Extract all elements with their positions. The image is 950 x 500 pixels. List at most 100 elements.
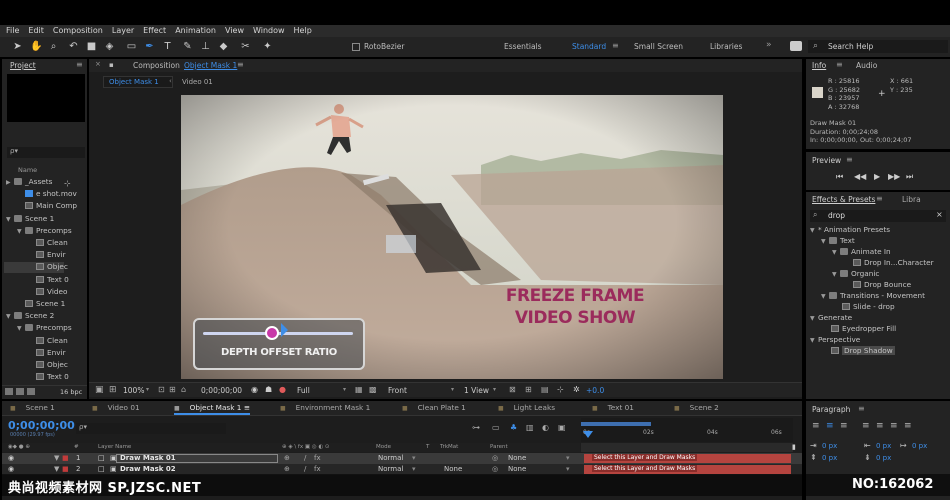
frame-blending-icon[interactable]: ▥ (526, 423, 534, 432)
next-frame-icon[interactable]: ▶▶ (888, 172, 900, 181)
motion-blur-icon[interactable]: ◐ (542, 423, 549, 432)
project-search-input[interactable]: ρ▾ (7, 147, 85, 158)
puppet-tool-icon[interactable]: ✦ (262, 41, 273, 52)
expand-layer-icon[interactable]: ▼ (54, 465, 59, 473)
effects-item[interactable]: Slide - drop (808, 302, 895, 313)
preview-menu-icon[interactable]: ≡ (846, 155, 853, 164)
rotobezier-checkbox[interactable] (352, 43, 360, 51)
first-frame-icon[interactable]: ⏮ (836, 172, 843, 182)
effects-item[interactable]: ▼ Perspective (808, 335, 860, 346)
roto-brush-tool-icon[interactable]: ✂ (240, 41, 251, 52)
project-menu-icon[interactable]: ≡ (76, 60, 83, 69)
playhead-icon[interactable] (583, 431, 593, 438)
menu-item-composition[interactable]: Composition (53, 26, 103, 35)
layer-name-field[interactable] (116, 454, 278, 463)
project-item[interactable]: Objec (4, 262, 68, 274)
space-after-value[interactable]: 0 px (876, 454, 891, 462)
region-icon[interactable]: ⊞ (109, 385, 117, 395)
menu-item-view[interactable]: View (225, 26, 244, 35)
bpc-label[interactable]: 16 bpc (60, 388, 82, 396)
layer-duration-bar[interactable]: Select this Layer and Draw Masks (584, 465, 791, 474)
effects-item[interactable]: Drop Bounce (808, 280, 911, 291)
show-snapshot-icon[interactable]: ☗ (265, 385, 272, 394)
workspace-essentials[interactable]: Essentials (504, 42, 542, 51)
effects-search-input[interactable]: ⌕ drop × (810, 210, 946, 222)
align-center-icon[interactable]: ≡ (826, 421, 834, 431)
effects-item[interactable]: ▼ Text (808, 236, 855, 247)
menu-item-file[interactable]: File (6, 26, 19, 35)
project-item[interactable]: Envir (4, 348, 66, 359)
graph-editor-icon[interactable]: ▣ (558, 423, 566, 432)
menu-item-layer[interactable]: Layer (112, 26, 134, 35)
paragraph-menu-icon[interactable]: ≡ (858, 404, 865, 413)
mode-select[interactable]: Normal (378, 465, 403, 473)
work-area-bar[interactable] (581, 422, 651, 426)
project-item[interactable]: Objec (4, 360, 68, 371)
layer-name-header[interactable]: Layer Name (98, 444, 131, 450)
justify-right-icon[interactable]: ≡ (890, 421, 898, 431)
type-tool-icon[interactable]: T (162, 41, 173, 52)
indent-left-value[interactable]: 0 px (822, 442, 837, 450)
project-item[interactable]: Clean (4, 238, 68, 249)
zoom-select[interactable]: 100% (123, 386, 144, 395)
workspace-libraries[interactable]: Libraries (710, 42, 742, 51)
timeline-tab[interactable]: ■ Clean Plate 1 (402, 401, 466, 415)
parent-icon[interactable]: ◎ (492, 465, 498, 473)
project-tab[interactable]: Project (10, 61, 36, 70)
indent-right-value[interactable]: 0 px (876, 442, 891, 450)
rotate-tool-icon[interactable]: ↶ (68, 41, 79, 52)
exposure-value[interactable]: +0.0 (586, 386, 604, 395)
chevron-down-icon[interactable]: ▼ (17, 228, 25, 235)
comp-mini-flowchart-icon[interactable]: ⊶ (472, 423, 480, 432)
chevron-down-icon[interactable]: ▼ (810, 337, 818, 344)
quality-switch-icon[interactable]: / (304, 454, 306, 462)
workspace-menu-icon[interactable]: ≡ (612, 41, 619, 50)
quality-switch-icon[interactable]: / (304, 465, 306, 473)
effects-item[interactable]: ▼ Transitions - Movement (808, 291, 925, 302)
effects-item[interactable]: Drop In...Character (808, 258, 934, 269)
chevron-down-icon[interactable]: ▼ (6, 313, 14, 320)
region-of-interest-icon[interactable]: ▦ (355, 385, 363, 394)
timeline-tab[interactable]: ■ Environment Mask 1 (280, 401, 370, 415)
justify-center-icon[interactable]: ≡ (876, 421, 884, 431)
effects-item[interactable]: ▼ * Animation Presets (808, 225, 890, 236)
project-item[interactable]: Text 0 (4, 275, 69, 286)
flowchart-icon[interactable]: ⊹ (64, 179, 71, 188)
info-tab[interactable]: Info (812, 61, 826, 70)
mode-dropdown-icon[interactable]: ▾ (412, 465, 416, 473)
sync-settings-icon[interactable] (790, 41, 802, 51)
search-help-input[interactable]: ⌕ Search Help (808, 40, 948, 53)
close-panel-icon[interactable]: × (95, 60, 101, 68)
new-comp-icon[interactable] (27, 388, 35, 395)
project-item[interactable]: ▼ Precomps (4, 323, 72, 334)
zoom-tool-icon[interactable]: ⌕ (48, 41, 59, 52)
project-item[interactable]: Main Comp (4, 201, 77, 212)
views-dropdown-icon[interactable]: ▾ (493, 386, 496, 393)
views-layout-select[interactable]: 1 View (464, 386, 489, 395)
justify-left-icon[interactable]: ≡ (862, 421, 870, 431)
effects-presets-tab[interactable]: Effects & Presets (812, 195, 875, 204)
current-time-display[interactable]: 0;00;00;00 (201, 386, 242, 395)
chevron-down-icon[interactable]: ▼ (6, 216, 14, 223)
libraries-tab[interactable]: Libra (902, 195, 921, 204)
exposure-reset-icon[interactable]: ✲ (573, 385, 580, 394)
layer-duration-bar[interactable]: Select this Layer and Draw Masks (584, 454, 791, 463)
mode-header[interactable]: Mode (376, 444, 391, 450)
workspace-standard[interactable]: Standard (572, 42, 606, 51)
fx-switch-icon[interactable]: fx (314, 465, 321, 473)
effects-item[interactable]: ▼ Animate In (808, 247, 891, 258)
menu-item-window[interactable]: Window (253, 26, 285, 35)
draft-3d-icon[interactable]: ▭ (492, 423, 500, 432)
effects-item[interactable]: Drop Shadow (808, 346, 895, 357)
timeline-tab[interactable]: ■ Scene 2 (674, 401, 719, 415)
timeline-search-input[interactable]: ρ▾ (76, 423, 226, 434)
chevron-right-icon[interactable]: ▶ (6, 179, 14, 186)
project-item[interactable]: e shot.mov (4, 189, 77, 200)
workspace-small-screen[interactable]: Small Screen (634, 42, 683, 51)
menu-item-animation[interactable]: Animation (175, 26, 216, 35)
rectangle-tool-icon[interactable]: ▭ (126, 41, 137, 52)
always-preview-icon[interactable]: ▣ (95, 385, 104, 395)
justify-all-icon[interactable]: ≡ (904, 421, 912, 431)
previous-frame-icon[interactable]: ◀◀ (854, 172, 866, 181)
project-item[interactable]: ▶ _Assets (4, 177, 64, 188)
